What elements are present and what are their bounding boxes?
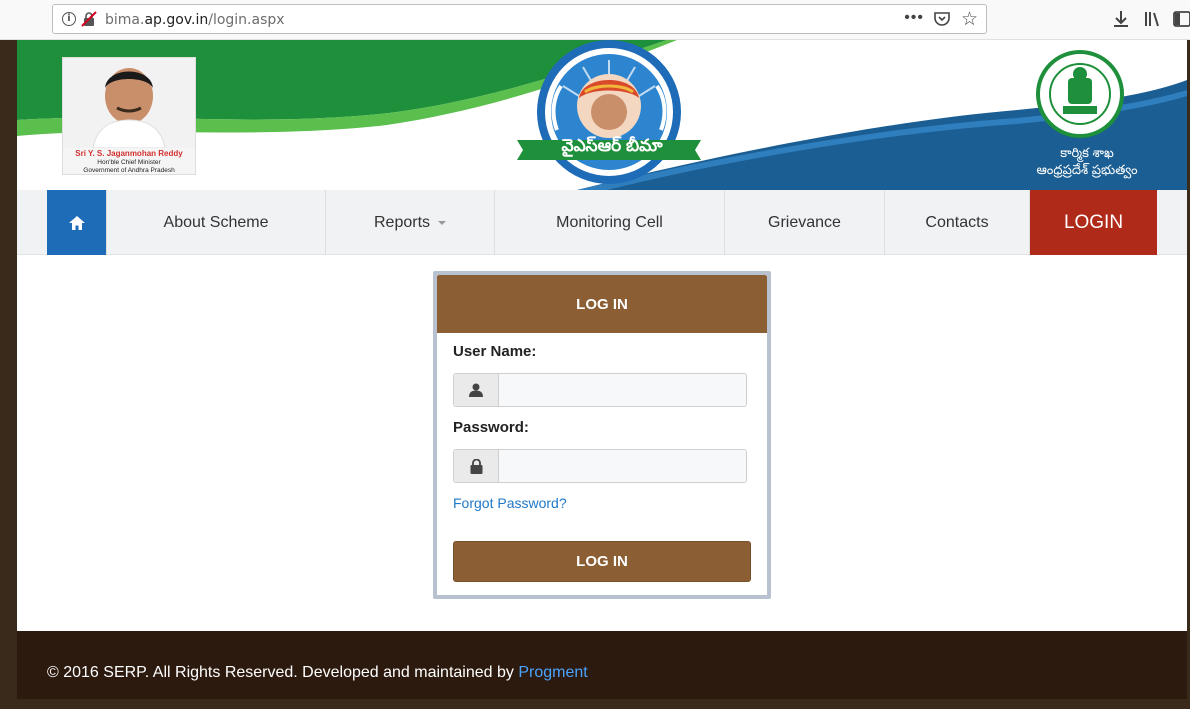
dept-line-1: కార్మిక శాఖ bbox=[1060, 145, 1114, 160]
govt-ap-seal bbox=[1036, 50, 1124, 138]
copyright-line: © 2016 SERP. All Rights Reserved. Develo… bbox=[47, 664, 519, 681]
sidebar-icon[interactable] bbox=[1172, 9, 1190, 29]
bookmark-star-icon[interactable]: ☆ bbox=[961, 8, 978, 31]
url-text[interactable]: bima.ap.gov.in/login.aspx bbox=[105, 12, 285, 28]
password-input-group bbox=[453, 449, 747, 483]
nav-home[interactable] bbox=[47, 190, 107, 255]
scheme-name: వైఎస్ఆర్ బీమా bbox=[561, 136, 663, 155]
department-name: కార్మిక శాఖ ఆంధ్రప్రదేశ్ ప్రభుత్వం bbox=[1007, 144, 1167, 178]
copyright-text: © 2016 SERP. All Rights Reserved. Develo… bbox=[47, 664, 588, 682]
insecure-lock-icon[interactable] bbox=[81, 11, 97, 27]
dept-line-2: ఆంధ్రప్రదేశ్ ప్రభుత్వం bbox=[1036, 162, 1138, 177]
username-input-group bbox=[453, 373, 747, 407]
login-panel-title: LOG IN bbox=[437, 275, 767, 333]
download-icon[interactable] bbox=[1111, 9, 1131, 29]
info-icon[interactable]: i bbox=[62, 12, 76, 26]
lock-icon-addon bbox=[454, 450, 499, 482]
lock-icon bbox=[470, 458, 482, 474]
page-footer: © 2016 SERP. All Rights Reserved. Develo… bbox=[17, 631, 1187, 699]
url-path: /login.aspx bbox=[208, 12, 285, 28]
username-label: User Name: bbox=[453, 343, 537, 360]
nav-reports-label: Reports bbox=[373, 213, 431, 231]
address-bar[interactable]: i bima.ap.gov.in/login.aspx ••• ☆ bbox=[52, 4, 987, 34]
user-icon bbox=[469, 383, 483, 397]
user-icon-addon bbox=[454, 374, 499, 406]
page-frame-left bbox=[0, 40, 17, 709]
url-prefix: bima. bbox=[105, 12, 145, 28]
nav-grievance[interactable]: Grievance bbox=[725, 190, 885, 255]
library-icon[interactable] bbox=[1142, 9, 1162, 29]
ysr-bima-logo bbox=[517, 40, 701, 184]
pocket-icon[interactable] bbox=[934, 12, 950, 27]
cm-name: Sri Y. S. Jaganmohan Reddy bbox=[75, 149, 183, 158]
password-input[interactable] bbox=[500, 450, 746, 482]
page-bottom-strip bbox=[17, 699, 1187, 709]
cm-govt-line: Government of Andhra Pradesh bbox=[83, 167, 175, 174]
login-panel: LOG IN User Name: Password: Forgot Passw… bbox=[433, 271, 771, 599]
caret-down-icon bbox=[438, 220, 447, 225]
nav-about-scheme[interactable]: About Scheme bbox=[107, 190, 326, 255]
forgot-password-link[interactable]: Forgot Password? bbox=[453, 495, 567, 511]
url-domain: ap.gov.in bbox=[144, 12, 209, 28]
password-label: Password: bbox=[453, 419, 529, 436]
nav-contacts[interactable]: Contacts bbox=[885, 190, 1030, 255]
browser-toolbar: i bima.ap.gov.in/login.aspx ••• ☆ bbox=[0, 0, 1190, 40]
username-input[interactable] bbox=[500, 374, 746, 406]
chief-minister-photo bbox=[63, 58, 195, 148]
nav-monitoring-cell[interactable]: Monitoring Cell bbox=[495, 190, 725, 255]
cm-title-line: Hon'ble Chief Minister bbox=[97, 159, 161, 166]
nav-reports[interactable]: Reports bbox=[326, 190, 495, 255]
page-actions-icon[interactable]: ••• bbox=[904, 9, 924, 27]
chief-minister-card: Sri Y. S. Jaganmohan Reddy Hon'ble Chief… bbox=[62, 57, 196, 175]
nav-login[interactable]: LOGIN bbox=[1030, 190, 1157, 255]
progment-link[interactable]: Progment bbox=[518, 664, 587, 681]
login-submit-button[interactable]: LOG IN bbox=[453, 541, 751, 582]
main-navbar: About Scheme Reports Monitoring Cell Gri… bbox=[17, 190, 1187, 255]
cm-title: Hon'ble Chief Minister Government of And… bbox=[63, 159, 195, 175]
header-banner: Sri Y. S. Jaganmohan Reddy Hon'ble Chief… bbox=[17, 40, 1187, 190]
home-icon bbox=[68, 215, 85, 230]
